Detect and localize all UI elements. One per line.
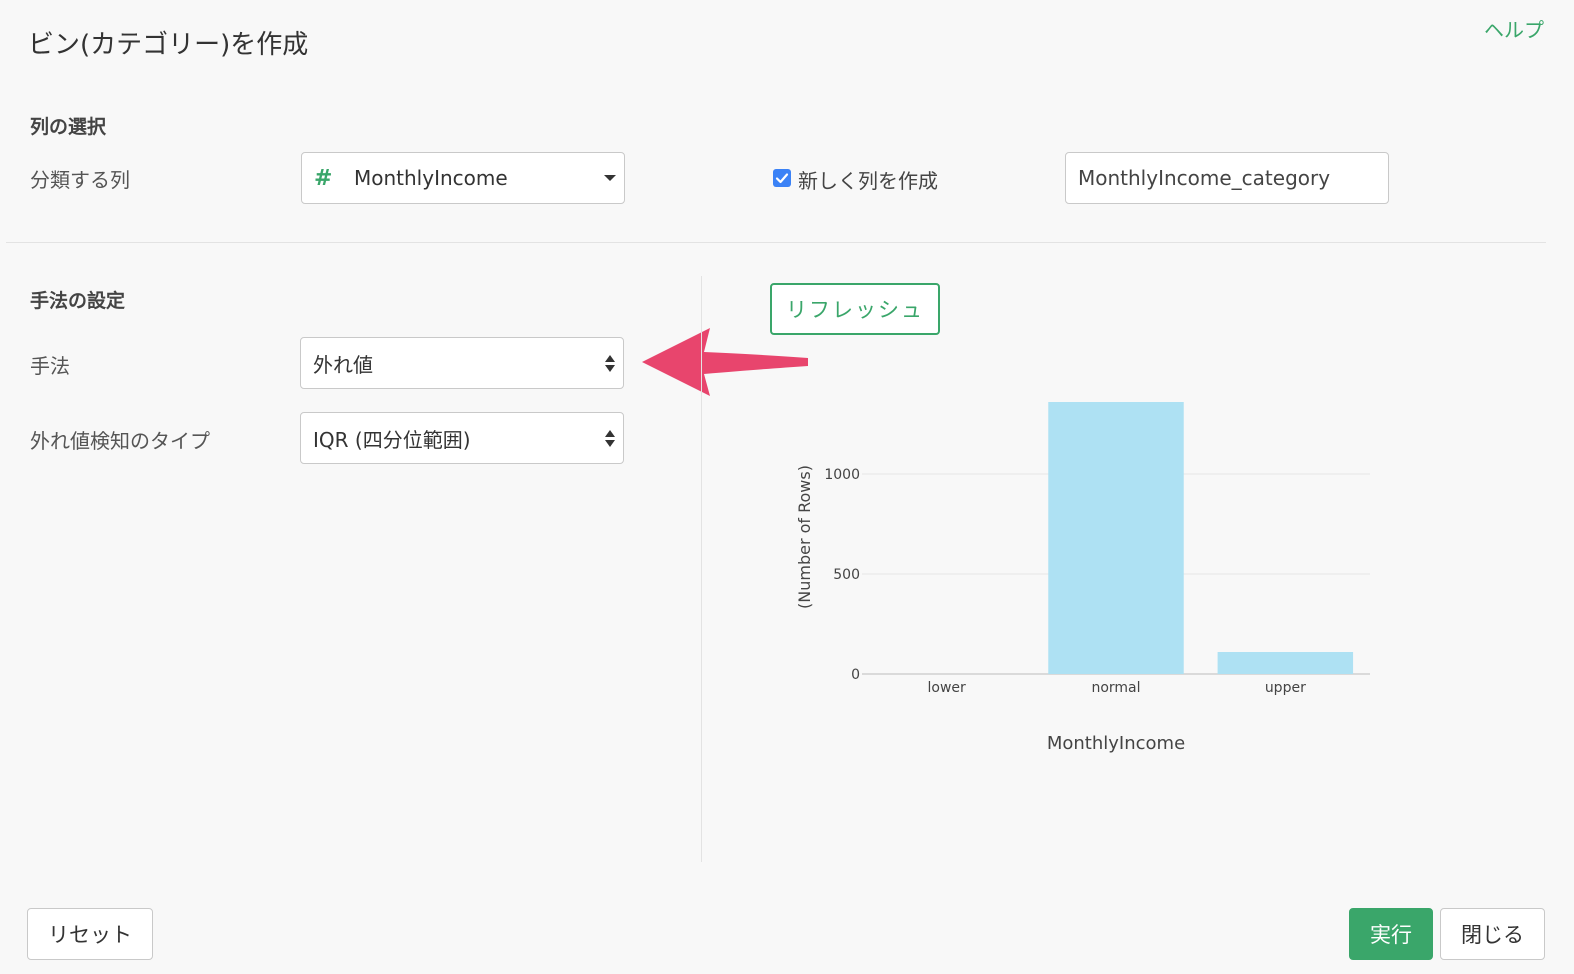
y-tick-label: 500 [833, 567, 860, 583]
bar-upper [1217, 652, 1354, 674]
column-select-value: MonthlyIncome [354, 166, 508, 190]
x-axis-title: MonthlyIncome [1047, 733, 1185, 754]
select-arrows-icon [603, 429, 617, 447]
y-axis-title: (Number of Rows) [795, 465, 814, 609]
y-tick-label: 0 [851, 667, 860, 683]
bar-normal [1048, 402, 1184, 674]
x-tick-label: normal [1091, 680, 1140, 696]
outlier-type-label: 外れ値検知のタイプ [30, 429, 210, 453]
new-column-checkbox[interactable] [773, 169, 791, 187]
outlier-type-select[interactable]: IQR (四分位範囲) [300, 412, 624, 464]
reset-button[interactable]: リセット [27, 908, 153, 960]
section-divider [6, 242, 1546, 243]
panel-divider [701, 276, 702, 862]
new-column-label[interactable]: 新しく列を作成 [798, 165, 938, 194]
classify-column-label: 分類する列 [30, 168, 130, 192]
select-arrows-icon [603, 354, 617, 372]
method-select-value: 外れ値 [313, 352, 373, 377]
outlier-type-select-value: IQR (四分位範囲) [313, 427, 471, 452]
column-select[interactable]: # MonthlyIncome [301, 152, 625, 204]
method-label: 手法 [30, 354, 70, 378]
new-column-name-input[interactable] [1065, 152, 1389, 204]
y-tick-label: 1000 [824, 467, 860, 483]
bin-distribution-chart: 0 500 1000 lower normal upper MonthlyIncome (Nu… [795, 402, 1370, 754]
run-button[interactable]: 実行 [1349, 908, 1433, 960]
close-button[interactable]: 閉じる [1440, 908, 1545, 960]
x-tick-label: lower [928, 680, 967, 696]
chevron-down-icon [604, 175, 616, 181]
x-tick-label: upper [1265, 680, 1306, 696]
method-section-heading: 手法の設定 [30, 290, 126, 312]
checkmark-icon [775, 173, 789, 184]
numeric-type-icon: # [314, 165, 333, 191]
column-section-heading: 列の選択 [30, 116, 107, 138]
dialog-title: ビン(カテゴリー)を作成 [28, 30, 309, 60]
help-link[interactable]: ヘルプ [1484, 14, 1544, 43]
refresh-button[interactable]: リフレッシュ [770, 283, 940, 335]
method-select[interactable]: 外れ値 [300, 337, 624, 389]
